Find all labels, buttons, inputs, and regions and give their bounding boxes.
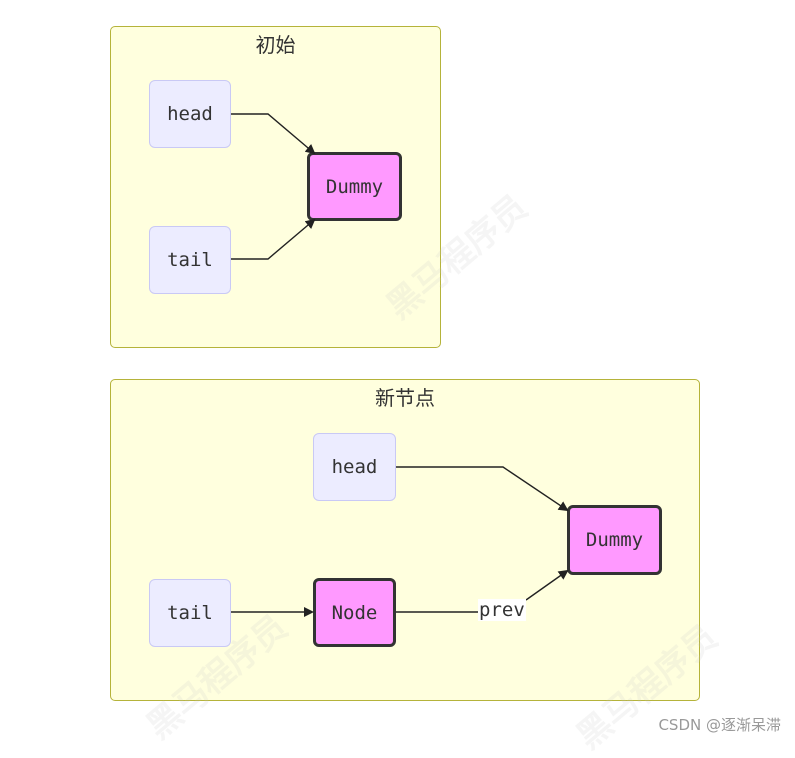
- edge-label-prev: prev: [478, 599, 526, 621]
- credit-text: CSDN @逐渐呆滞: [658, 716, 781, 734]
- edge-head-dummy: [231, 113, 316, 155]
- edge-tail-dummy: [231, 218, 316, 260]
- edge-head-dummy: [396, 466, 569, 512]
- edges-layer: [231, 113, 795, 617]
